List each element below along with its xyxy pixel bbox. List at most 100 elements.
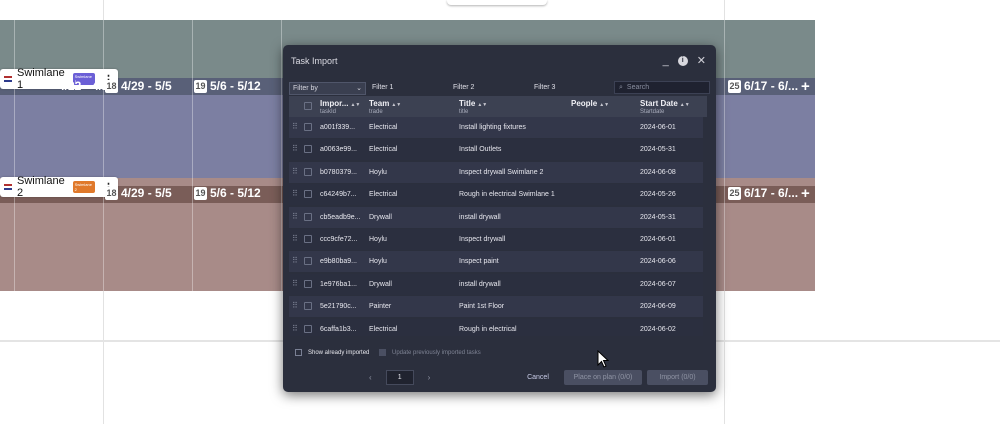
row-checkbox[interactable] bbox=[304, 235, 312, 243]
row-checkbox[interactable] bbox=[304, 145, 312, 154]
row-checkbox[interactable] bbox=[304, 123, 312, 131]
week-number: 25 bbox=[728, 186, 741, 200]
column-people[interactable]: People ▲▼ bbox=[571, 99, 609, 109]
drag-handle-icon[interactable]: ⠿ bbox=[292, 301, 298, 310]
week-range: 5/6 - 5/12 bbox=[210, 186, 261, 200]
cell-team: Drywall bbox=[369, 280, 392, 288]
drag-handle-icon[interactable]: ⠿ bbox=[292, 189, 298, 198]
select-all-checkbox[interactable] bbox=[304, 102, 312, 110]
cell-date: 2024-06-01 bbox=[640, 124, 676, 131]
chevron-left-icon[interactable]: ‹ bbox=[369, 373, 372, 382]
plus-icon[interactable]: + bbox=[801, 78, 810, 95]
filter-3[interactable]: Filter 3 bbox=[534, 84, 555, 91]
drag-handle-icon[interactable]: ⠿ bbox=[292, 144, 298, 153]
cell-line bbox=[103, 20, 104, 291]
table-row[interactable]: ⠿ a001f339... Electrical Install lighting f… bbox=[289, 117, 707, 138]
cell-line bbox=[14, 20, 15, 291]
row-checkbox[interactable] bbox=[304, 190, 312, 199]
close-icon[interactable]: ✕ bbox=[697, 54, 706, 67]
row-checkbox[interactable] bbox=[304, 167, 312, 176]
dialog-title: Task Import bbox=[291, 56, 338, 66]
row-checkbox[interactable] bbox=[304, 279, 312, 288]
column-team[interactable]: Team ▲▼ trade bbox=[369, 99, 401, 115]
cell-title: install drywall bbox=[459, 280, 501, 288]
table-row[interactable]: ⠿ 6caffa1b3... Electrical Rough in electric… bbox=[289, 318, 707, 336]
drag-handle-icon[interactable]: ⠿ bbox=[292, 324, 298, 333]
cell-team: Hoylu bbox=[369, 168, 387, 176]
row-checkbox[interactable] bbox=[304, 257, 312, 266]
week-range: 6/17 - 6/... bbox=[744, 186, 799, 200]
swimlane-2-tag[interactable]: Swimlane 2 Swimlane 2 ⋮ bbox=[0, 175, 118, 199]
task-table: Impor... ▲▼ taskId Team ▲▼ trade Title ▲▼ t… bbox=[289, 96, 707, 336]
update-imported-checkbox[interactable] bbox=[379, 349, 386, 356]
cell-team: Electrical bbox=[369, 124, 398, 131]
week-number: 19 bbox=[194, 79, 207, 93]
cell-date: 2024-06-06 bbox=[640, 258, 676, 266]
task-import-dialog: Task Import _ i ✕ Filter by ⌄ Filter 1 F… bbox=[283, 45, 716, 392]
search-placeholder: Search bbox=[626, 84, 650, 91]
table-row[interactable]: ⠿ a0063e99... Electrical Install Outlets 202… bbox=[289, 139, 707, 161]
cell-team: Electrical bbox=[369, 191, 398, 199]
table-row[interactable]: ⠿ 5e21790c... Painter Paint 1st Floor 2024-0… bbox=[289, 296, 707, 318]
chevron-right-icon[interactable]: › bbox=[428, 373, 431, 382]
search-input[interactable]: ⌕ Search bbox=[614, 81, 710, 94]
show-imported-checkbox[interactable] bbox=[295, 349, 302, 356]
drag-handle-icon[interactable]: ⠿ bbox=[292, 256, 298, 265]
cell-title: Inspect drywall Swimlane 2 bbox=[459, 168, 544, 176]
drag-handle-icon[interactable]: ⠿ bbox=[292, 167, 298, 176]
place-on-plan-button[interactable]: Place on plan (0/0) bbox=[564, 370, 642, 385]
filter-1[interactable]: Filter 1 bbox=[372, 84, 393, 91]
cell-id: 1e976ba1... bbox=[320, 280, 357, 288]
drag-handle-icon[interactable]: ⠿ bbox=[292, 212, 298, 221]
mouse-cursor-icon bbox=[597, 350, 609, 368]
plus-icon[interactable]: + bbox=[801, 185, 810, 202]
filter-by-select[interactable]: Filter by ⌄ bbox=[289, 81, 366, 95]
week-header: 19 5/6 - 5/12 bbox=[194, 186, 261, 200]
week-header: 25 6/17 - 6/... bbox=[728, 79, 798, 93]
cell-date: 2024-06-08 bbox=[640, 168, 676, 176]
show-imported-option[interactable]: Show already imported bbox=[295, 349, 369, 356]
row-checkbox[interactable] bbox=[304, 324, 312, 333]
swimlane-name: Swimlane 2 bbox=[17, 175, 65, 199]
show-imported-label: Show already imported bbox=[308, 349, 370, 356]
update-imported-option[interactable]: Update previously imported tasks bbox=[379, 349, 481, 356]
cell-date: 2024-06-07 bbox=[640, 280, 676, 288]
table-row[interactable]: ⠿ c64249b7... Electrical Rough in electrica… bbox=[289, 184, 707, 206]
column-title[interactable]: Title ▲▼ title bbox=[459, 99, 487, 115]
table-row[interactable]: ⠿ e9b80ba9... Hoylu Inspect paint 2024-06-06 bbox=[289, 251, 707, 273]
cell-team: Drywall bbox=[369, 213, 392, 221]
week-header: 25 6/17 - 6/... bbox=[728, 186, 798, 200]
week-header: 19 5/6 - 5/12 bbox=[194, 79, 261, 93]
table-row[interactable]: ⠿ 1e976ba1... Drywall install drywall 2024-0… bbox=[289, 273, 707, 295]
cancel-button[interactable]: Cancel bbox=[523, 370, 553, 385]
drag-handle-icon[interactable]: ⠿ bbox=[292, 234, 298, 243]
cell-id: 5e21790c... bbox=[320, 303, 357, 311]
drag-handle-icon[interactable]: ⠿ bbox=[292, 279, 298, 288]
filter-2[interactable]: Filter 2 bbox=[453, 84, 474, 91]
row-checkbox[interactable] bbox=[304, 212, 312, 221]
page-number[interactable]: 1 bbox=[385, 370, 414, 385]
plan-toolbar[interactable] bbox=[447, 0, 547, 5]
scrollbar[interactable] bbox=[703, 117, 707, 336]
info-icon[interactable]: i bbox=[677, 55, 688, 66]
cell-title: Inspect paint bbox=[459, 258, 499, 266]
cell-date: 2024-05-31 bbox=[640, 213, 676, 221]
cell-id: a0063e99... bbox=[320, 146, 357, 154]
column-import-id[interactable]: Impor... ▲▼ taskId bbox=[320, 99, 360, 115]
table-row[interactable]: ⠿ b0780379... Hoylu Inspect drywall Swimlan… bbox=[289, 161, 707, 183]
cell-team: Electrical bbox=[369, 146, 398, 154]
row-checkbox[interactable] bbox=[304, 302, 312, 311]
cell-id: a001f339... bbox=[320, 124, 356, 131]
cell-title: Rough in electrical bbox=[459, 325, 517, 333]
table-row[interactable]: ⠿ cb5eadb9e... Drywall install drywall 2024-… bbox=[289, 206, 707, 228]
week-header: 18 4/29 - 5/5 bbox=[105, 79, 172, 93]
cell-team: Hoylu bbox=[369, 258, 387, 266]
cell-title: Install lighting fixtures bbox=[459, 124, 526, 131]
week-range: 4/29 - 5/5 bbox=[121, 186, 172, 200]
minimize-icon[interactable]: _ bbox=[663, 55, 669, 67]
column-start-date[interactable]: Start Date ▲▼ Startdate bbox=[640, 99, 690, 115]
table-row[interactable]: ⠿ ccc9cfe72... Hoylu Inspect drywall 2024-06… bbox=[289, 229, 707, 250]
drag-handle-icon[interactable]: ⠿ bbox=[292, 122, 298, 131]
import-button[interactable]: Import (0/0) bbox=[647, 370, 708, 385]
week-number: 19 bbox=[194, 186, 207, 200]
